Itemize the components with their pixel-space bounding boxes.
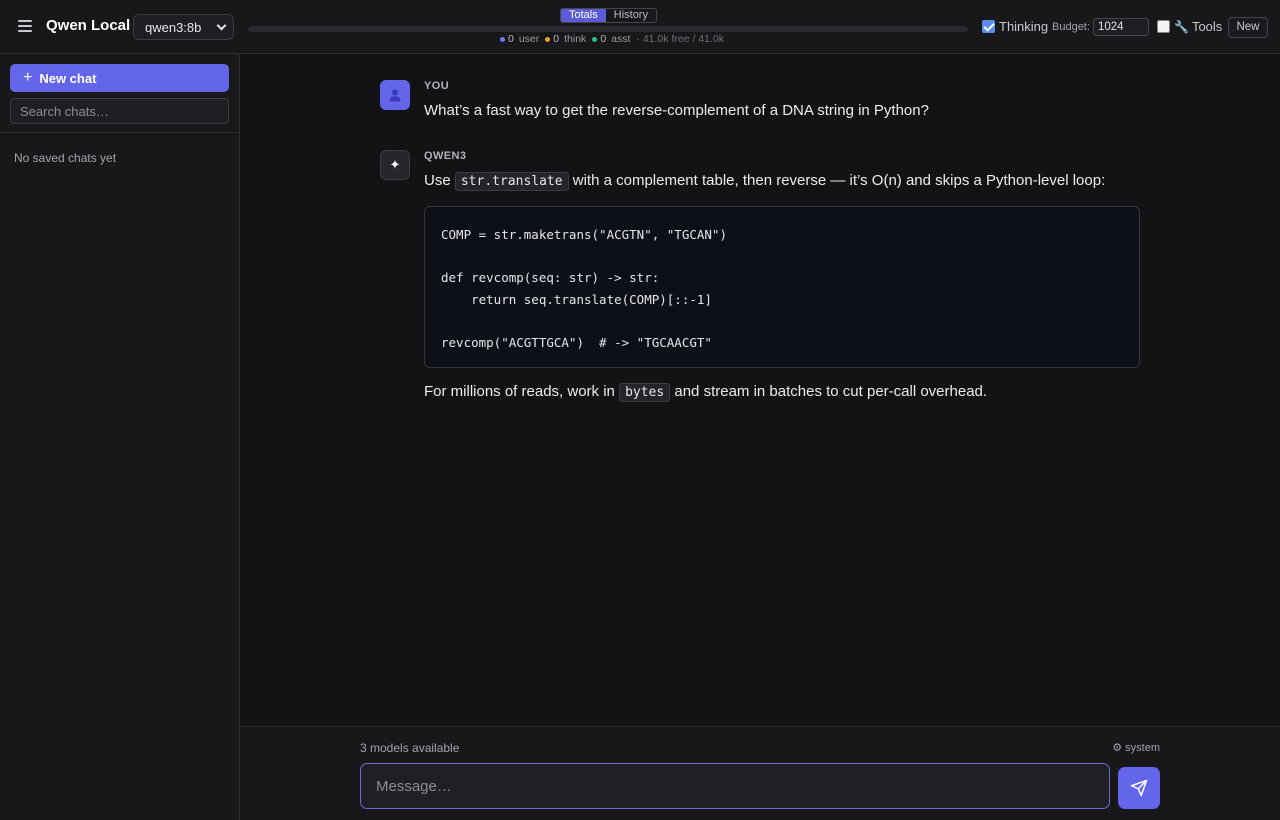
code-line: revcomp("ACGTTGCA") # -> "TGCAACGT": [441, 334, 712, 350]
send-button[interactable]: [1118, 767, 1160, 809]
composer: 3 models available ⚙ system: [240, 726, 1280, 820]
inline-code-bytes: bytes: [619, 383, 671, 402]
message-role-assistant: QWEN3: [424, 150, 467, 162]
wrench-icon: 🔧: [1174, 19, 1189, 34]
user-icon: [389, 89, 401, 102]
code-line: return seq.translate(COMP)[::-1]: [441, 291, 712, 307]
tab-totals[interactable]: Totals: [561, 9, 606, 22]
message-input[interactable]: [360, 763, 1110, 809]
asst-dot-icon: [592, 36, 598, 42]
new-chat-label: New chat: [39, 70, 97, 86]
context-legend: 0 user 0 think 0 asst · 41.0k free / 41.…: [500, 33, 724, 45]
think-token-label: think: [564, 33, 587, 45]
user-avatar: [380, 80, 410, 110]
assistant-intro-after: with a complement table, then reverse — …: [568, 172, 1106, 189]
thinking-checkbox[interactable]: [982, 20, 995, 33]
chevron-down-icon: [216, 20, 227, 31]
new-button[interactable]: New: [1228, 17, 1268, 38]
assistant-outro-after: and stream in batches to cut per-call ov…: [670, 383, 988, 400]
hamburger-menu-icon[interactable]: [14, 15, 36, 37]
code-line: def revcomp(seq: str) -> str:: [441, 270, 660, 285]
sparkle-icon: ✦: [389, 157, 401, 172]
think-dot-icon: [545, 36, 551, 42]
models-available-text: 3 models available: [360, 741, 460, 755]
tools-checkbox[interactable]: [1157, 20, 1170, 33]
model-select[interactable]: qwen3:8b: [133, 14, 234, 40]
user-token-count: 0: [508, 33, 514, 45]
budget-label: Budget:: [1052, 21, 1090, 33]
user-token-label: user: [518, 33, 540, 45]
system-prompt-button[interactable]: ⚙ system: [1112, 741, 1160, 754]
thinking-toggle[interactable]: Thinking: [982, 19, 1048, 34]
stats-tabs: Totals History: [560, 8, 657, 23]
tools-toggle[interactable]: 🔧 Tools: [1157, 19, 1222, 34]
tab-history[interactable]: History: [606, 9, 656, 22]
assistant-avatar: ✦: [380, 150, 410, 180]
plus-icon: +: [23, 69, 33, 86]
app-title: Qwen Local: [46, 17, 131, 34]
asst-token-count: 0: [600, 33, 607, 45]
code-block: COMP = str.maketrans("ACGTN", "TGCAN") d…: [424, 206, 1140, 368]
budget-input[interactable]: 1024: [1093, 18, 1149, 36]
send-icon: [1130, 779, 1148, 797]
context-usage-bar: [248, 26, 968, 32]
tools-label: Tools: [1191, 19, 1223, 34]
sidebar-divider: [0, 132, 239, 133]
user-message-text: What’s a fast way to get the reverse-com…: [424, 102, 929, 119]
asst-token-label: asst: [611, 33, 631, 45]
sidebar: + New chat No saved chats yet: [0, 54, 240, 820]
top-bar: Qwen Local qwen3:8b Totals History 0 use…: [0, 0, 1280, 54]
assistant-intro-text: Use str.translate with a complement tabl…: [424, 172, 1106, 191]
assistant-outro-text: For millions of reads, work in bytes and…: [424, 383, 988, 402]
code-line: COMP = str.maketrans("ACGTN", "TGCAN"): [441, 227, 727, 242]
new-chat-button[interactable]: + New chat: [10, 64, 229, 92]
user-dot-icon: [500, 36, 505, 42]
thinking-label: Thinking: [999, 19, 1049, 34]
assistant-intro-before: Use: [424, 172, 455, 189]
model-select-value: qwen3:8b: [145, 19, 202, 35]
empty-chats-text: No saved chats yet: [14, 151, 117, 165]
search-chats-input[interactable]: [10, 98, 229, 124]
inline-code-str-translate: str.translate: [454, 172, 569, 191]
message-role-user: YOU: [424, 80, 450, 92]
think-token-count: 0: [553, 33, 560, 45]
assistant-outro-before: For millions of reads, work in: [424, 383, 620, 400]
context-free-text: · 41.0k free / 41.0k: [636, 33, 724, 45]
